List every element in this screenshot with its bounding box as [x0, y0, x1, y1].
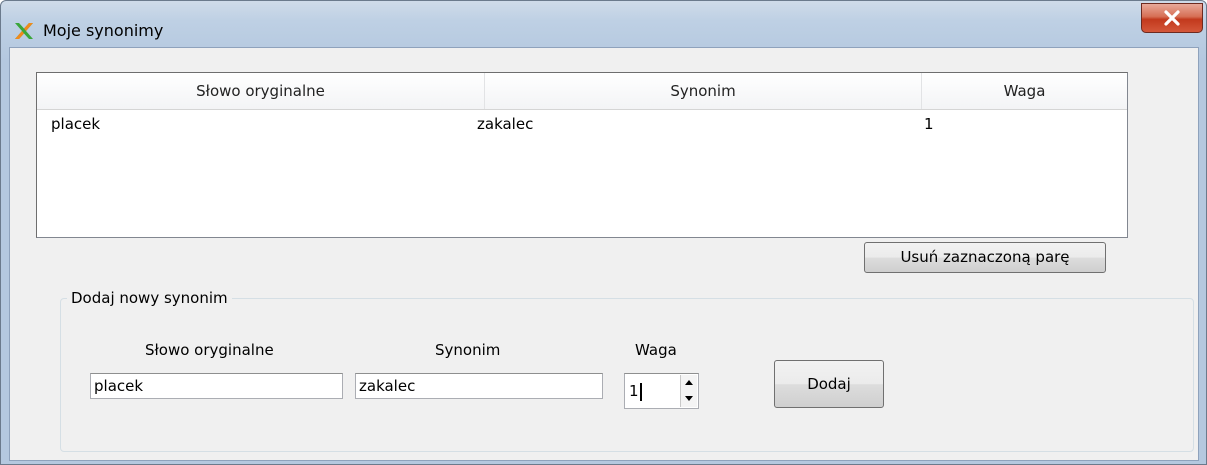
- group-legend: Dodaj nowy synonim: [67, 288, 232, 308]
- add-button[interactable]: Dodaj: [774, 360, 884, 408]
- list-item[interactable]: placek zakalec 1: [37, 109, 1127, 139]
- original-word-input[interactable]: placek: [90, 373, 343, 399]
- dialog-client-area: Słowo oryginalne Synonim Waga placek zak…: [9, 47, 1199, 461]
- stepper-buttons: [680, 375, 697, 407]
- column-header-weight[interactable]: Waga: [922, 73, 1127, 109]
- title-bar[interactable]: Moje synonimy: [1, 1, 1206, 47]
- close-icon: [1164, 10, 1180, 26]
- original-word-label: Słowo oryginalne: [145, 341, 274, 359]
- synonyms-list[interactable]: Słowo oryginalne Synonim Waga placek zak…: [36, 72, 1128, 238]
- synonym-label: Synonim: [435, 341, 501, 359]
- weight-value: 1: [629, 382, 639, 400]
- text-caret: [639, 382, 642, 401]
- cell-synonym: zakalec: [477, 115, 534, 133]
- list-header: Słowo oryginalne Synonim Waga: [37, 73, 1127, 110]
- stepper-down-arrow-icon[interactable]: [681, 391, 697, 407]
- remove-selected-pair-button[interactable]: Usuń zaznaczoną parę: [864, 242, 1106, 273]
- app-icon: [15, 23, 33, 39]
- weight-stepper[interactable]: 1: [624, 373, 699, 409]
- window-title: Moje synonimy: [43, 21, 164, 40]
- cell-weight: 1: [924, 115, 934, 133]
- synonym-input[interactable]: zakalec: [355, 373, 603, 399]
- weight-label: Waga: [635, 341, 677, 359]
- column-header-original[interactable]: Słowo oryginalne: [37, 73, 485, 109]
- cell-original: placek: [51, 115, 101, 133]
- close-button[interactable]: [1141, 3, 1203, 33]
- column-header-synonym[interactable]: Synonim: [485, 73, 922, 109]
- stepper-up-arrow-icon[interactable]: [681, 375, 697, 392]
- app-window: Moje synonimy Słowo oryginalne Synonim W…: [0, 0, 1207, 465]
